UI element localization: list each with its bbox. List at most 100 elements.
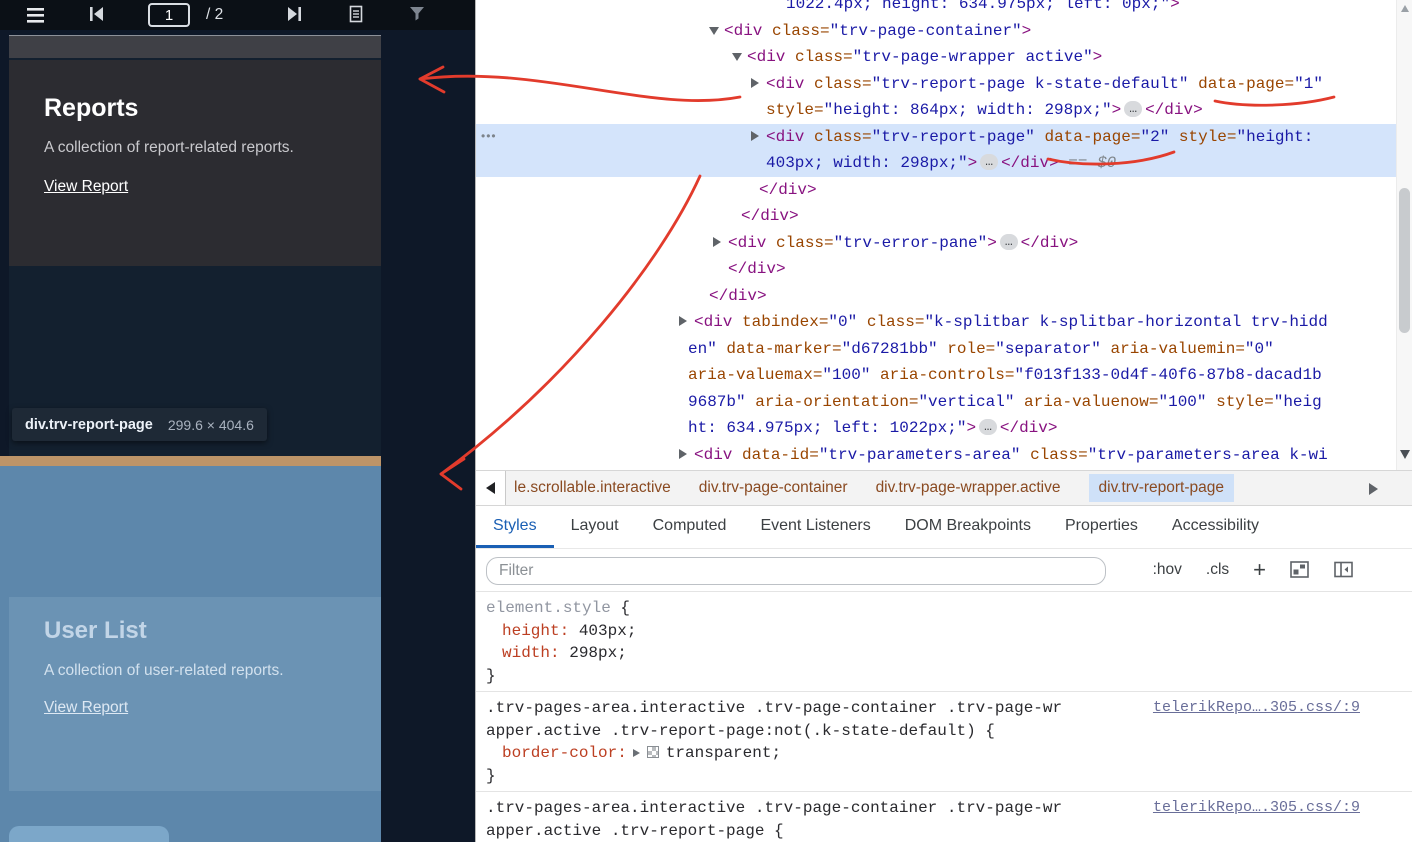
tab-event-listeners[interactable]: Event Listeners <box>743 506 887 548</box>
scroll-down-icon[interactable] <box>1400 450 1410 459</box>
styles-sections: element.style {height: 403px; width: 298p… <box>476 592 1412 842</box>
collapse-arrow-icon[interactable] <box>709 26 719 35</box>
grid-icon[interactable] <box>1290 561 1310 579</box>
menu-icon[interactable] <box>26 5 46 25</box>
breadcrumb-item[interactable]: div.trv-page-container <box>699 479 848 497</box>
stylesheet-link[interactable]: telerikRepo….305.css/:9 <box>1153 797 1360 820</box>
tab-dom-breakpoints[interactable]: DOM Breakpoints <box>888 506 1048 548</box>
dom-tree-line[interactable]: 1022.4px; height: 634.975px; left: 0px;"… <box>476 0 1396 18</box>
css-property-value[interactable]: 298px; <box>569 644 627 662</box>
dom-tree-line[interactable]: <div data-id="trv-parameters-area" class… <box>476 442 1396 469</box>
expand-arrow-icon[interactable] <box>679 316 687 326</box>
user-list-card: User List A collection of user-related r… <box>9 597 381 791</box>
page1-top-card-edge <box>9 35 381 58</box>
stylesheet-link[interactable]: telerikRepo….305.css/:9 <box>1153 697 1360 720</box>
breadcrumb-bar: le.scrollable.interactive div.trv-page-co… <box>476 470 1412 506</box>
breadcrumb-scroll-right-icon[interactable] <box>1369 483 1378 495</box>
dom-tree-line[interactable]: <div class="trv-page-container"> <box>476 18 1396 45</box>
css-rule-header[interactable]: telerikRepo….305.css/:9 .trv-pages-area.i… <box>476 697 1412 742</box>
css-property-row[interactable]: height: 403px; <box>476 620 1412 643</box>
css-rule-section: telerikRepo….305.css/:9 .trv-pages-area.i… <box>476 691 1412 791</box>
element-style-header[interactable]: element.style { <box>476 597 1412 620</box>
styles-filter-input[interactable] <box>486 557 1106 585</box>
left-arrow-icon <box>486 482 495 494</box>
elements-tree: 1022.4px; height: 634.975px; left: 0px;"… <box>476 0 1396 468</box>
breadcrumb-item[interactable]: div.trv-page-wrapper.active <box>876 479 1061 497</box>
new-style-rule-button[interactable]: + <box>1253 559 1266 581</box>
transparent-color-swatch[interactable] <box>646 746 659 758</box>
closing-brace: } <box>486 766 496 785</box>
reports-view-report-link[interactable]: View Report <box>44 178 128 196</box>
dom-tree-line[interactable]: 9687b" aria-orientation="vertical" aria-… <box>476 389 1396 416</box>
expand-arrow-icon[interactable] <box>632 749 640 757</box>
first-page-icon[interactable] <box>88 5 106 23</box>
toggle-class-button[interactable]: .cls <box>1206 561 1229 579</box>
dom-tree-line[interactable]: en" data-marker="d67281bb" role="separat… <box>476 336 1396 363</box>
reports-card-description: A collection of report-related reports. <box>44 139 294 156</box>
css-property-name[interactable]: width: <box>502 644 560 662</box>
element-style-section: element.style {height: 403px; width: 298p… <box>476 592 1412 691</box>
tab-styles[interactable]: Styles <box>476 506 554 548</box>
user-list-card-title: User List <box>44 617 147 644</box>
user-list-view-report-link[interactable]: View Report <box>44 699 128 717</box>
dom-tree-line[interactable]: </div> <box>476 256 1396 283</box>
tab-accessibility[interactable]: Accessibility <box>1155 506 1276 548</box>
css-selector[interactable]: .trv-pages-area.interactive .trv-page-co… <box>486 797 1066 842</box>
document-icon[interactable] <box>347 5 365 23</box>
inspect-tooltip-dimensions: 299.6 × 404.6 <box>167 416 254 433</box>
css-property-row[interactable]: width: 298px; <box>476 642 1412 665</box>
scrollbar-thumb[interactable] <box>1399 188 1410 333</box>
scroll-up-icon[interactable] <box>1401 5 1409 12</box>
last-page-icon[interactable] <box>285 5 303 23</box>
breadcrumb-item[interactable]: le.scrollable.interactive <box>514 479 671 497</box>
css-property-name[interactable]: border-color: <box>502 744 627 762</box>
tab-layout[interactable]: Layout <box>554 506 636 548</box>
dom-tree-line[interactable]: 403px; width: 298px;">… </div> == $0 <box>476 150 1396 177</box>
elements-scrollbar[interactable] <box>1396 0 1412 470</box>
inspect-tooltip-selector: div.trv-report-page <box>25 416 153 433</box>
css-rule-header[interactable]: telerikRepo….305.css/:9 .trv-pages-area.i… <box>476 797 1412 842</box>
breadcrumb: le.scrollable.interactive div.trv-page-co… <box>514 474 1412 502</box>
dom-tree-line[interactable]: ••• <div class="trv-report-page" data-pag… <box>476 123 1396 150</box>
dom-tree-line[interactable]: <div tabindex="0" class="k-splitbar k-sp… <box>476 309 1396 336</box>
dom-tree-line[interactable]: <div class="trv-error-pane">… </div> <box>476 230 1396 257</box>
collapsed-content-icon[interactable]: … <box>979 419 997 435</box>
toggle-hover-state-button[interactable]: :hov <box>1153 561 1182 579</box>
closing-brace: } <box>486 666 496 685</box>
css-property-name[interactable]: height: <box>502 622 569 640</box>
report-page-1[interactable]: Reports A collection of report-related r… <box>9 35 381 456</box>
collapsed-content-icon[interactable]: … <box>999 233 1018 250</box>
inspect-margin-highlight <box>0 456 381 466</box>
line-options-icon[interactable]: ••• <box>481 123 497 150</box>
report-page-2-highlighted[interactable]: User List A collection of user-related r… <box>0 466 381 842</box>
element-style-label: element.style <box>486 599 611 617</box>
dom-tree-line[interactable]: </div> <box>476 203 1396 230</box>
page-total-label: / 2 <box>206 6 224 23</box>
dom-tree-line[interactable]: <div class="trv-report-page k-state-defa… <box>476 71 1396 98</box>
css-property-value[interactable]: transparent; <box>666 744 781 762</box>
expand-arrow-icon[interactable] <box>751 77 759 88</box>
collapse-arrow-icon[interactable] <box>732 53 742 61</box>
breadcrumb-scroll-left-button[interactable] <box>476 471 506 505</box>
dom-tree-line[interactable]: <div class="trv-page-wrapper active"> <box>476 44 1396 71</box>
collapsed-content-icon[interactable]: … <box>980 154 999 170</box>
css-selector[interactable]: .trv-pages-area.interactive .trv-page-co… <box>486 697 1066 742</box>
sidebar-panel-toggle-icon[interactable] <box>1334 561 1354 579</box>
dom-tree-line[interactable]: </div> <box>476 283 1396 310</box>
page-number-input[interactable] <box>148 3 190 27</box>
expand-arrow-icon[interactable] <box>713 236 721 247</box>
css-property-value[interactable]: 403px; <box>579 622 637 640</box>
filter-funnel-icon[interactable] <box>408 5 426 23</box>
dom-tree-line[interactable]: </div> <box>476 177 1396 204</box>
dom-tree-line[interactable]: style="height: 864px; width: 298px;">… </… <box>476 97 1396 124</box>
tab-computed[interactable]: Computed <box>636 506 744 548</box>
css-property-row[interactable]: border-color: transparent; <box>476 742 1412 765</box>
dom-tree-line[interactable]: aria-valuemax="100" aria-controls="f013f… <box>476 362 1396 389</box>
tab-properties[interactable]: Properties <box>1048 506 1155 548</box>
styles-pane: element.style {height: 403px; width: 298p… <box>476 592 1412 842</box>
collapsed-content-icon[interactable]: … <box>1124 101 1143 117</box>
expand-arrow-icon[interactable] <box>679 448 687 459</box>
breadcrumb-item[interactable]: div.trv-report-page <box>1088 474 1234 502</box>
dom-tree-line[interactable]: ht: 634.975px; left: 1022px;">… </div> <box>476 415 1396 442</box>
expand-arrow-icon[interactable] <box>751 130 759 141</box>
